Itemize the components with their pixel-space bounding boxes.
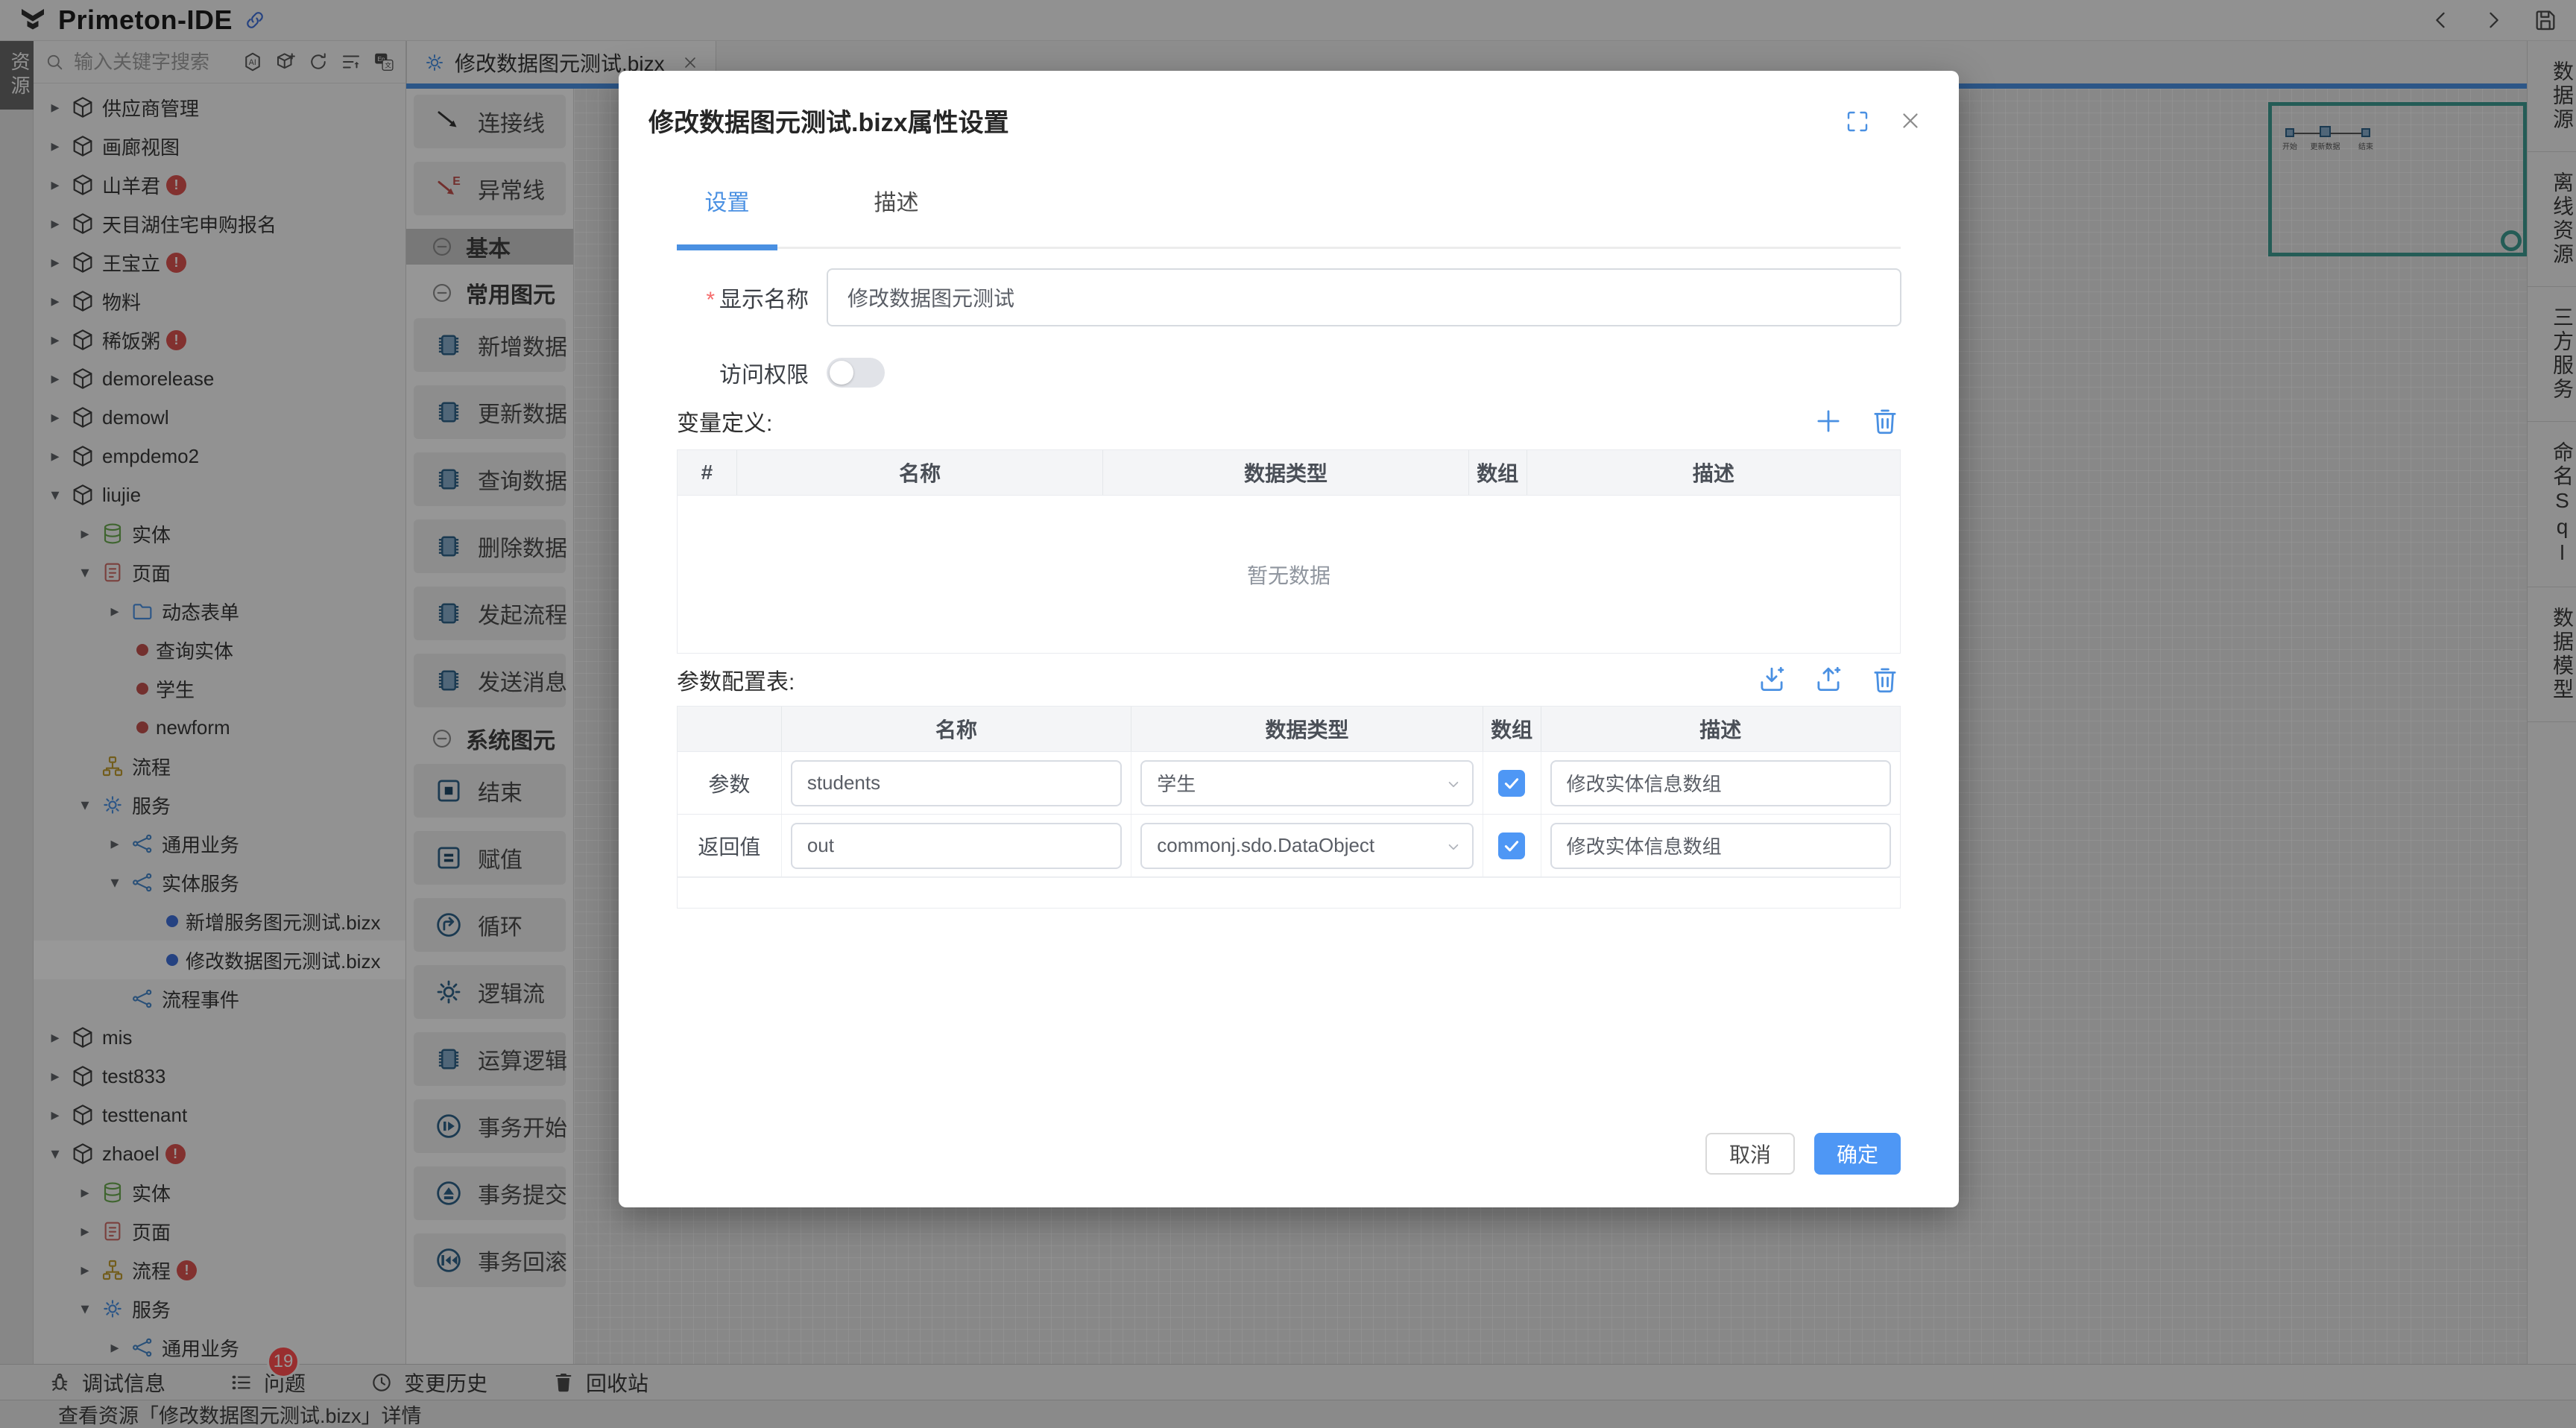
display-name-label: *显示名称	[619, 281, 809, 314]
column-header: 名称	[737, 450, 1103, 495]
params-table-header: 名称数据类型数组描述	[677, 706, 1901, 752]
check-icon	[1501, 773, 1522, 794]
column-header: 名称	[782, 707, 1131, 751]
param-desc-input[interactable]	[1550, 823, 1891, 869]
tab-settings[interactable]: 设置	[677, 184, 777, 236]
check-icon	[1501, 835, 1522, 856]
param-desc-input[interactable]	[1550, 760, 1891, 806]
variables-section-header: 变量定义:	[677, 405, 1901, 437]
display-name-input[interactable]	[827, 268, 1901, 326]
column-header: 数据类型	[1131, 707, 1483, 751]
variables-empty-state: 暂无数据	[677, 496, 1901, 654]
column-header: 数组	[1469, 450, 1527, 495]
confirm-button[interactable]: 确定	[1814, 1133, 1901, 1175]
dialog-footer: 取消 确定	[1705, 1133, 1901, 1175]
params-table-empty-row	[677, 877, 1901, 909]
access-toggle[interactable]	[827, 358, 885, 388]
column-header: 数组	[1483, 707, 1541, 751]
array-checkbox[interactable]	[1498, 770, 1525, 797]
display-name-row: *显示名称	[619, 268, 1901, 326]
dialog-title: 修改数据图元测试.bizx属性设置	[648, 102, 1009, 139]
params-table-body: 参数返回值	[677, 752, 1901, 877]
variables-label: 变量定义:	[677, 405, 772, 437]
param-kind-label: 参数	[678, 752, 782, 814]
param-name-input[interactable]	[791, 760, 1122, 806]
chevron-down-icon	[1444, 774, 1463, 794]
column-header: 描述	[1541, 707, 1900, 751]
required-asterisk: *	[706, 288, 715, 312]
tab-divider	[677, 247, 1901, 249]
access-label: 访问权限	[619, 356, 809, 389]
close-dialog-icon[interactable]	[1898, 108, 1923, 133]
primeton-ide-window: Primeton-IDE 资源 AI En文 ▸供应商管理▸画廊视图▸山羊君!▸…	[0, 0, 2576, 1428]
properties-dialog: 修改数据图元测试.bizx属性设置 设置 描述 *显示名称 访问权限 变量定义:	[619, 71, 1959, 1207]
column-header: 描述	[1527, 450, 1900, 495]
param-kind-label: 返回值	[678, 815, 782, 876]
delete-variable-icon[interactable]	[1869, 405, 1901, 437]
param-name-input[interactable]	[791, 823, 1122, 869]
access-row: 访问权限	[619, 356, 885, 389]
active-tab-underline	[677, 244, 777, 250]
params-table-row: 参数	[677, 752, 1901, 815]
delete-params-icon[interactable]	[1869, 664, 1901, 695]
variables-table-header: #名称数据类型数组描述	[677, 449, 1901, 496]
variables-table: #名称数据类型数组描述 暂无数据	[677, 449, 1901, 654]
cancel-button[interactable]: 取消	[1705, 1133, 1795, 1175]
tab-description[interactable]: 描述	[846, 184, 947, 236]
param-type-select[interactable]	[1140, 823, 1473, 869]
param-type-select[interactable]	[1140, 760, 1473, 806]
column-header	[678, 707, 782, 751]
params-section-header: 参数配置表:	[677, 663, 1901, 696]
column-header: #	[678, 450, 737, 495]
array-checkbox[interactable]	[1498, 833, 1525, 859]
import-params-icon[interactable]	[1756, 664, 1787, 695]
chevron-down-icon	[1444, 837, 1463, 856]
params-table-row: 返回值	[677, 815, 1901, 877]
toggle-knob	[830, 361, 853, 385]
column-header: 数据类型	[1103, 450, 1468, 495]
fullscreen-icon[interactable]	[1844, 108, 1871, 135]
add-variable-icon[interactable]	[1813, 405, 1844, 437]
params-label: 参数配置表:	[677, 663, 795, 696]
export-params-icon[interactable]	[1813, 664, 1844, 695]
params-table: 名称数据类型数组描述 参数返回值	[677, 706, 1901, 909]
dialog-tabs: 设置 描述	[677, 184, 1015, 236]
